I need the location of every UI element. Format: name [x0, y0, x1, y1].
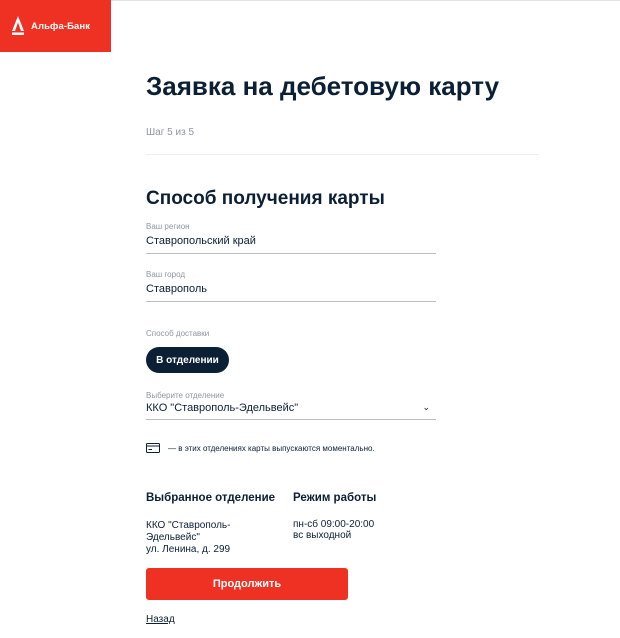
city-label: Ваш город — [146, 270, 186, 279]
continue-button[interactable]: Продолжить — [146, 568, 348, 600]
region-label: Ваш регион — [146, 222, 190, 231]
schedule-weekdays: пн-сб 09:00-20:00 — [293, 519, 375, 530]
page-title: Заявка на дебетовую карту — [146, 71, 500, 101]
schedule-sunday: вс выходной — [293, 530, 352, 541]
city-value[interactable]: Ставрополь — [146, 283, 436, 295]
office-address: ул. Ленина, д. 299 — [146, 544, 231, 555]
brand-name: Альфа-Банк — [31, 20, 91, 32]
delivery-method-label: Способ доставки — [146, 329, 210, 338]
selected-office-heading: Выбранное отделение — [146, 492, 276, 504]
schedule-details: пн-сб 09:00-20:00 вс выходной — [293, 519, 403, 541]
schedule-heading: Режим работы — [293, 492, 377, 504]
region-value[interactable]: Ставропольский край — [146, 235, 436, 247]
instant-card-note: — в этих отделениях карты выпускаются мо… — [146, 443, 375, 453]
section-title: Способ получения карты — [146, 188, 385, 209]
back-link[interactable]: Назад — [146, 614, 175, 625]
card-icon — [146, 443, 160, 453]
city-field[interactable]: Ваш город Ставрополь — [146, 270, 436, 302]
branch-underline — [146, 419, 436, 420]
step-indicator: Шаг 5 из 5 — [146, 127, 195, 138]
instant-card-note-text: — в этих отделениях карты выпускаются мо… — [168, 443, 375, 453]
city-underline — [146, 301, 436, 302]
region-field[interactable]: Ваш регион Ставропольский край — [146, 222, 436, 254]
chevron-down-icon[interactable]: ⌄ — [422, 402, 430, 413]
office-name-line2: Эдельвейс" — [146, 532, 200, 543]
alfa-logo-icon — [12, 16, 24, 35]
branch-select-row[interactable]: ККО "Ставрополь-Эдельвейс" ⌄ — [146, 400, 436, 415]
office-name-line1: ККО "Ставрополь- — [146, 520, 231, 531]
branch-select[interactable]: Выберите отделение ККО "Ставрополь-Эдель… — [146, 391, 436, 420]
selected-office-details: ККО "Ставрополь- Эдельвейс" ул. Ленина, … — [146, 520, 266, 556]
branch-label: Выберите отделение — [146, 391, 225, 400]
divider — [146, 154, 539, 155]
delivery-in-branch-button[interactable]: В отделении — [146, 347, 229, 373]
region-underline — [146, 253, 436, 254]
branch-value[interactable]: ККО "Ставрополь-Эдельвейс" — [146, 402, 298, 414]
brand-logo[interactable]: Альфа-Банк — [0, 0, 111, 52]
